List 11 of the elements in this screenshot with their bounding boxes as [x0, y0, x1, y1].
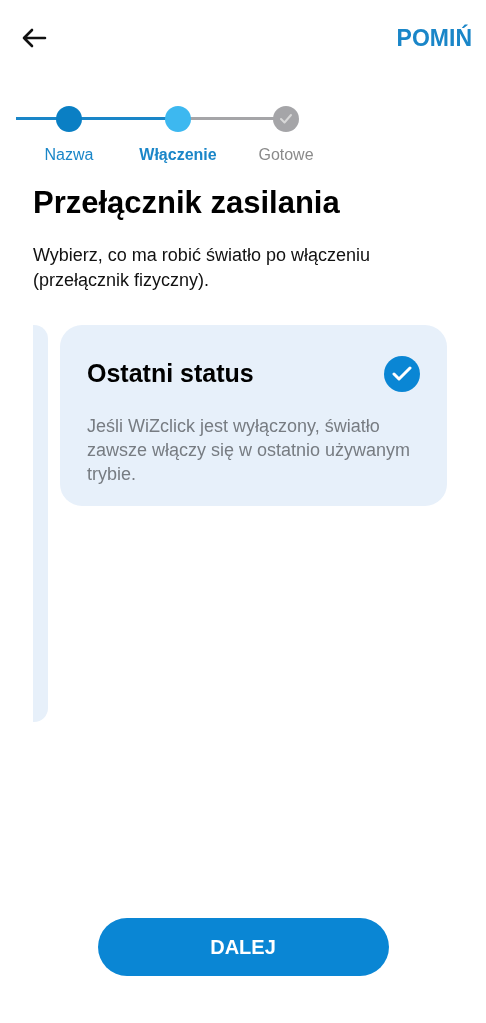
option-description: Jeśli WiZclick jest wyłączony, światło zawsze włączy się w ostatnio używanym trybie.: [87, 415, 412, 487]
option-card[interactable]: Ostatni status Jeśli WiZclick jest wyłączony, światło zawsze włączy się w ostatnio używanym trybie.: [60, 324, 447, 507]
step-label: Włączenie: [139, 145, 217, 165]
back-arrow-icon: [21, 27, 47, 49]
page-description: Wybierz, co ma robić światło po włączeniu (przełącznik fizyczny).: [32, 243, 371, 292]
next-button[interactable]: DALEJ: [97, 918, 389, 976]
step-label: Gotowe: [258, 145, 314, 165]
option-title: Ostatni status: [87, 357, 254, 389]
step-label: Nazwa: [44, 145, 94, 165]
skip-button[interactable]: POMIŃ: [396, 20, 472, 56]
page-title: Przełącznik zasilania: [32, 184, 341, 222]
